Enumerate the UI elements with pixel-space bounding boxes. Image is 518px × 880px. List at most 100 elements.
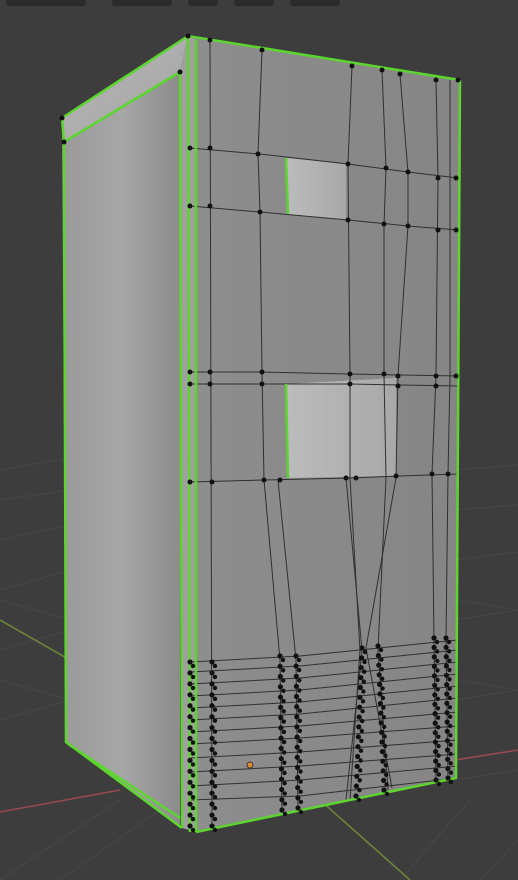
mesh-vertex[interactable] (293, 663, 299, 669)
mesh-vertex[interactable] (295, 785, 301, 791)
mesh-vertex[interactable] (282, 781, 287, 786)
mesh-vertex[interactable] (356, 714, 362, 720)
mesh-vertex[interactable] (376, 672, 382, 678)
mesh-vertex[interactable] (190, 805, 196, 811)
mesh-vertex[interactable] (353, 783, 359, 789)
mesh-vertex[interactable] (447, 686, 452, 691)
mesh-vertex[interactable] (297, 718, 302, 723)
mesh-vertex[interactable] (190, 707, 196, 712)
mesh-vertex[interactable] (187, 746, 193, 753)
mesh-vertex[interactable] (432, 692, 438, 698)
mesh-vertex[interactable] (379, 729, 385, 736)
mesh-vertex[interactable] (281, 719, 286, 724)
mesh-vertex[interactable] (190, 696, 196, 701)
mesh-vertex[interactable] (358, 748, 364, 753)
mesh-vertex[interactable] (278, 715, 284, 721)
mesh-vertex[interactable] (378, 720, 384, 726)
mesh-vertex[interactable] (448, 733, 453, 738)
mesh-vertex[interactable] (295, 775, 301, 781)
mesh-vertex[interactable] (209, 735, 215, 742)
mesh-vertex[interactable] (384, 791, 390, 797)
mesh-vertex[interactable] (187, 670, 193, 676)
mesh-vertex[interactable] (190, 784, 196, 789)
mesh-vertex[interactable] (190, 740, 196, 745)
mesh-vertex[interactable] (436, 762, 441, 768)
mesh-vertex[interactable] (443, 635, 449, 641)
mesh-vertex[interactable] (447, 695, 452, 701)
mesh-vertex[interactable] (433, 777, 439, 783)
mesh-vertex[interactable] (436, 734, 441, 739)
mesh-vertex[interactable] (212, 729, 218, 734)
mesh-vertex[interactable] (190, 663, 196, 669)
mesh-vertex[interactable] (295, 805, 301, 811)
mesh-vertex[interactable] (358, 675, 364, 681)
mesh-vertex[interactable] (382, 743, 388, 749)
mesh-vertex[interactable] (435, 706, 441, 711)
mesh-vertex[interactable] (447, 667, 452, 673)
mesh-vertex[interactable] (277, 684, 283, 690)
mesh-vertex[interactable] (279, 797, 285, 803)
mesh-vertex[interactable] (209, 670, 215, 676)
mesh-vertex[interactable] (435, 696, 440, 701)
mesh-vertex[interactable] (209, 790, 215, 796)
mesh-vertex[interactable] (212, 762, 218, 767)
mesh-vertex[interactable] (298, 769, 303, 774)
mesh-vertex[interactable] (281, 729, 287, 735)
mesh-vertex[interactable] (435, 658, 440, 664)
mesh-vertex[interactable] (282, 770, 287, 776)
mesh-vertex[interactable] (209, 823, 215, 829)
mesh-vertex[interactable] (435, 687, 440, 692)
mesh-vertex[interactable] (297, 728, 303, 734)
mesh-vertex[interactable] (448, 751, 453, 757)
mesh-vertex[interactable] (433, 758, 439, 764)
mesh-vertex[interactable] (187, 801, 193, 807)
mesh-vertex[interactable] (353, 793, 359, 799)
mesh-vertex[interactable] (298, 809, 304, 815)
mesh-vertex[interactable] (293, 653, 299, 659)
mesh-vertex[interactable] (282, 791, 287, 796)
mesh-vertex[interactable] (355, 734, 361, 740)
selected-mesh-object[interactable] (59, 33, 462, 834)
mesh-vertex[interactable] (443, 672, 450, 678)
mesh-vertex[interactable] (212, 707, 218, 712)
mesh-vertex[interactable] (295, 795, 301, 801)
mesh-vertex[interactable] (212, 696, 218, 701)
mesh-vertex[interactable] (431, 654, 437, 660)
mesh-vertex[interactable] (293, 673, 299, 679)
mesh-vertex[interactable] (298, 759, 303, 764)
mesh-vertex[interactable] (293, 683, 299, 690)
mesh-vertex[interactable] (431, 663, 437, 670)
mesh-vertex[interactable] (436, 725, 441, 730)
mesh-vertex[interactable] (375, 653, 381, 659)
mesh-vertex[interactable] (380, 676, 385, 681)
mesh-vertex[interactable] (380, 768, 386, 774)
mesh-vertex[interactable] (278, 704, 284, 710)
mesh-vertex[interactable] (447, 658, 452, 663)
mesh-vertex[interactable] (296, 667, 302, 673)
mesh-vertex[interactable] (432, 682, 438, 688)
mesh-vertex[interactable] (279, 807, 285, 813)
mesh-vertex[interactable] (190, 751, 196, 756)
mesh-vertex[interactable] (444, 691, 450, 697)
mesh-vertex[interactable] (293, 693, 300, 700)
mesh-vertex[interactable] (297, 708, 302, 713)
mesh-vertex[interactable] (209, 659, 215, 665)
mesh-vertex[interactable] (448, 761, 453, 766)
mesh-vertex[interactable] (445, 766, 451, 772)
mesh-vertex[interactable] (361, 679, 366, 684)
mesh-vertex[interactable] (446, 649, 452, 654)
mesh-vertex[interactable] (294, 704, 300, 710)
mesh-vertex[interactable] (444, 728, 450, 734)
mesh-vertex[interactable] (187, 757, 193, 764)
mesh-vertex[interactable] (444, 682, 450, 688)
mesh-vertex[interactable] (297, 688, 302, 693)
mesh-vertex[interactable] (383, 753, 388, 758)
mesh-vertex[interactable] (298, 749, 303, 754)
mesh-vertex[interactable] (278, 756, 284, 762)
mesh-vertex[interactable] (380, 686, 385, 691)
mesh-vertex[interactable] (378, 647, 384, 653)
mesh-vertex[interactable] (447, 677, 452, 682)
mesh-vertex[interactable] (432, 730, 438, 736)
mesh-vertex[interactable] (187, 823, 193, 829)
mesh-vertex[interactable] (362, 659, 367, 665)
